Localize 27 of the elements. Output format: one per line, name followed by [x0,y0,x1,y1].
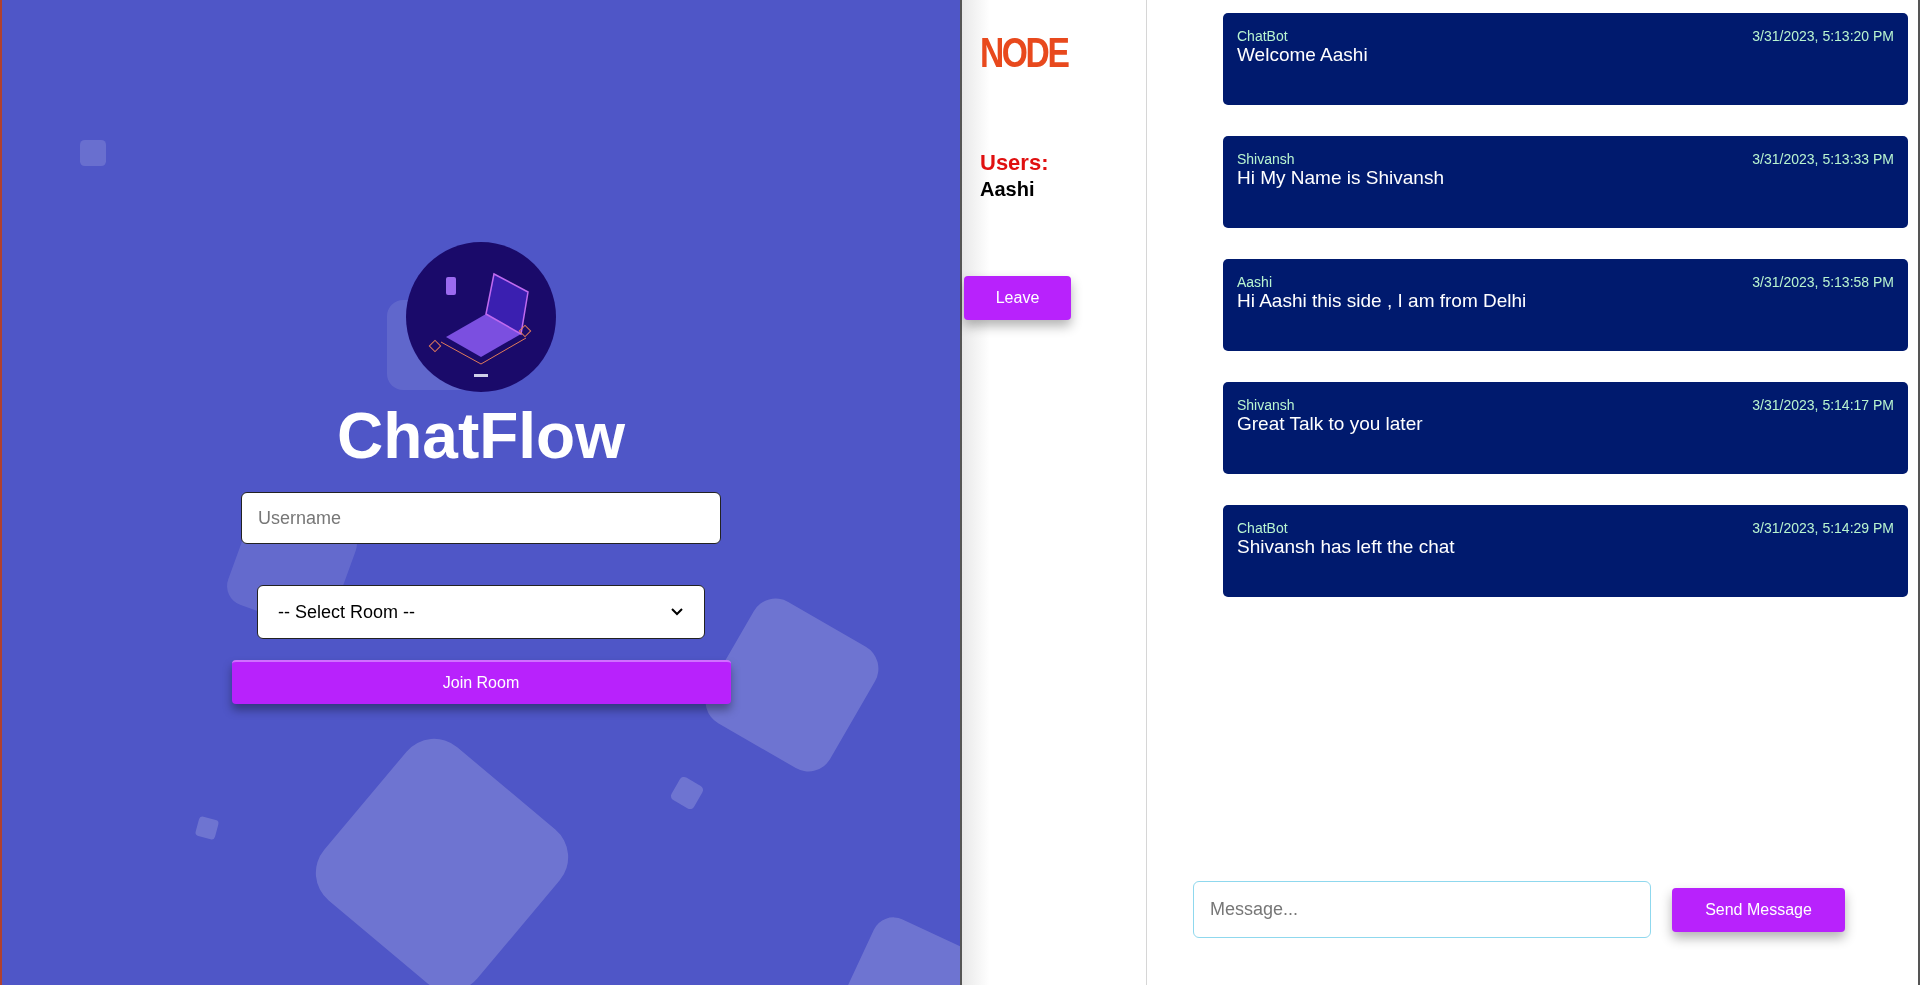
message-time: 3/31/2023, 5:13:33 PM [1752,152,1894,166]
message-sender: Shivansh [1237,152,1295,166]
message-text: Hi My Name is Shivansh [1237,166,1445,190]
leave-button[interactable]: Leave [964,275,1071,320]
message-text: Hi Aashi this side , I am from Delhi [1237,289,1528,313]
message-field[interactable]: Message... [1193,881,1651,938]
message-sender: Aashi [1237,275,1273,289]
message-time: 3/31/2023, 5:13:58 PM [1752,275,1894,289]
message-text: Welcome Aashi [1237,43,1369,67]
users-heading: Users: [980,149,1050,177]
user-name: Aashi [980,176,1036,202]
message-time: 3/31/2023, 5:14:17 PM [1752,398,1894,412]
username-field[interactable]: Username [241,492,721,544]
background-shape [80,140,106,166]
chevron-down-icon [670,607,684,617]
app-title: ChatFlow [337,404,625,468]
node-logo: NODE [980,32,1069,74]
join-room-button[interactable]: Join Room [231,660,731,704]
message-sender: ChatBot [1237,521,1288,535]
message-text: Great Talk to you later [1237,412,1424,436]
message-sender: ChatBot [1237,29,1288,43]
room-select[interactable]: -- Select Room -- [257,585,705,639]
message-time: 3/31/2023, 5:14:29 PM [1752,521,1894,535]
message-text: Shivansh has left the chat [1237,535,1456,559]
send-message-button[interactable]: Send Message [1672,887,1845,932]
message-sender: Shivansh [1237,398,1295,412]
message-time: 3/31/2023, 5:13:20 PM [1752,29,1894,43]
